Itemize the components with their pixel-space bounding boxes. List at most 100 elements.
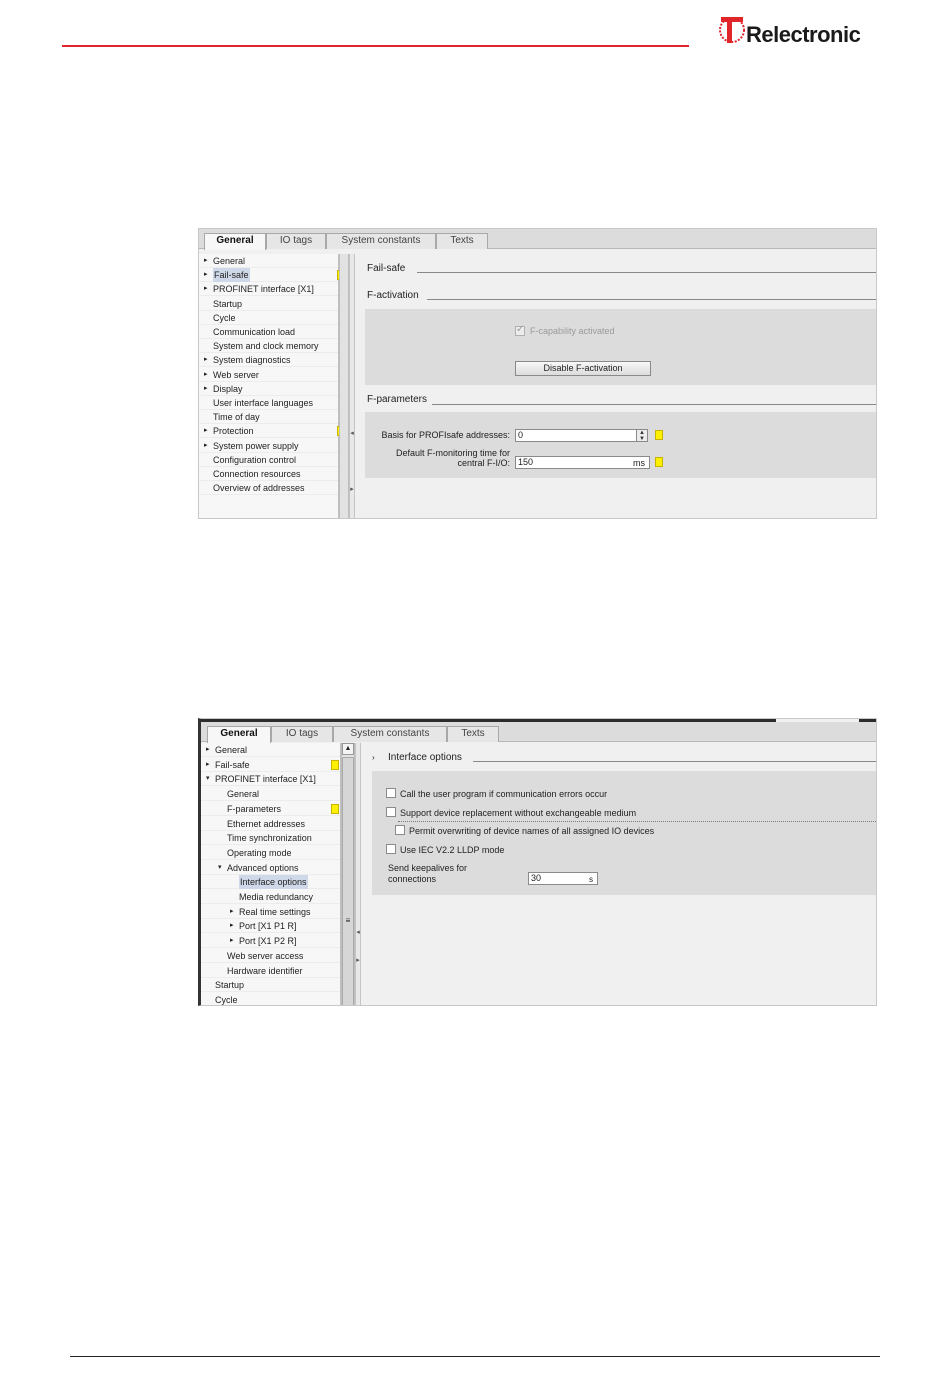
nav-item-label: System diagnostics xyxy=(213,355,291,366)
nav-item[interactable]: Configuration control xyxy=(199,453,338,467)
nav-item[interactable]: Web server access xyxy=(201,949,340,963)
nav-item-label: General xyxy=(213,256,246,266)
nav-item[interactable]: ▸ Protection xyxy=(199,424,345,439)
monitor-input[interactable]: 150 xyxy=(515,456,650,469)
monitor-label-line1: Default F-monitoring time for xyxy=(395,448,510,458)
nav-item-label: Communication load xyxy=(213,327,296,337)
device-replacement-checkbox[interactable] xyxy=(386,807,396,817)
collapsed-arrow-icon[interactable]: ▸ xyxy=(206,758,214,772)
nav-item-label: F-parameters xyxy=(227,803,282,814)
nav-item[interactable]: Interface options xyxy=(201,875,340,890)
section-title-interface-options: Interface options xyxy=(388,752,462,763)
nav-item[interactable]: ▸ Fail-safe xyxy=(201,758,340,772)
nav-item-label: Port [X1 P1 R] xyxy=(239,921,297,932)
nav-item[interactable]: Time of day xyxy=(199,410,338,425)
tab-io-tags[interactable]: IO tags xyxy=(271,726,333,742)
nav-item[interactable]: ▸ System diagnostics xyxy=(199,353,338,368)
tab-texts[interactable]: Texts xyxy=(436,233,488,249)
collapsed-arrow-icon[interactable]: ▸ xyxy=(204,254,212,268)
nav-item[interactable]: ▸ Web server xyxy=(199,368,338,382)
collapsed-arrow-icon[interactable]: ▸ xyxy=(230,905,238,919)
call-user-program-checkbox[interactable] xyxy=(386,788,396,798)
splitter-handle[interactable]: ◂ ▸ xyxy=(349,254,355,518)
section-rule xyxy=(427,299,876,300)
tab-system-constants[interactable]: System constants xyxy=(333,726,447,742)
change-flag xyxy=(331,803,339,814)
nav-item[interactable]: User interface languages xyxy=(199,396,338,410)
collapsed-arrow-icon[interactable]: ▸ xyxy=(230,934,238,948)
disable-factivation-button[interactable]: Disable F-activation xyxy=(515,361,651,376)
tab-general[interactable]: General xyxy=(204,233,266,250)
collapsed-arrow-icon[interactable]: ▸ xyxy=(204,268,212,282)
collapsed-arrow-icon[interactable]: ▸ xyxy=(204,368,212,382)
nav-item[interactable]: ▸ Real time settings xyxy=(201,905,340,919)
nav-item[interactable]: Startup xyxy=(201,978,340,993)
nav-item[interactable]: Cycle xyxy=(199,311,338,325)
permit-overwriting-checkbox[interactable] xyxy=(395,825,405,835)
collapsed-arrow-icon[interactable]: ▸ xyxy=(230,919,238,933)
navigation-tree: ▸ General ▸ Fail-safe ▾ PROFINET interface [X… xyxy=(201,743,341,1005)
nav-item[interactable]: Connection resources xyxy=(199,467,338,481)
scroll-thumb[interactable]: ≡ xyxy=(342,757,354,1005)
tr-logo-icon xyxy=(719,17,745,43)
nav-item[interactable]: ▸ General xyxy=(199,254,338,268)
nav-item[interactable]: ▸ Port [X1 P2 R] xyxy=(201,934,340,949)
nav-item[interactable]: Communication load xyxy=(199,325,338,339)
footer-rule xyxy=(70,1356,880,1357)
nav-item-label: Operating mode xyxy=(227,847,292,858)
nav-item-label: Display xyxy=(213,383,243,394)
tab-texts[interactable]: Texts xyxy=(447,726,499,742)
expanded-arrow-icon[interactable]: ▾ xyxy=(206,772,214,786)
nav-item-label: Protection xyxy=(213,426,254,437)
nav-item[interactable]: System and clock memory xyxy=(199,339,338,354)
collapsed-arrow-icon[interactable]: ▸ xyxy=(204,424,212,438)
section-collapse-icon[interactable]: › xyxy=(372,753,375,762)
basis-input[interactable]: 0 xyxy=(515,429,637,442)
nav-item[interactable]: ▾ Advanced options xyxy=(201,861,340,875)
expanded-arrow-icon[interactable]: ▾ xyxy=(218,861,226,875)
nav-item[interactable]: Time synchronization xyxy=(201,831,340,846)
nav-item[interactable]: ▸ Fail-safe xyxy=(199,268,345,283)
collapsed-arrow-icon[interactable]: ▸ xyxy=(204,439,212,453)
nav-item[interactable]: General xyxy=(201,787,340,802)
nav-item[interactable]: Media redundancy xyxy=(201,890,340,904)
splitter-handle[interactable]: ◂ ▸ xyxy=(355,743,361,1005)
collapsed-arrow-icon[interactable]: ▸ xyxy=(204,382,212,396)
section-rule xyxy=(417,272,876,273)
nav-item[interactable]: Operating mode xyxy=(201,846,340,860)
basis-stepper[interactable]: ▲ ▼ xyxy=(636,429,648,442)
lldp-mode-checkbox[interactable] xyxy=(386,844,396,854)
nav-scrollbar[interactable]: ▲ ≡ xyxy=(341,743,355,1005)
tab-general[interactable]: General xyxy=(207,726,271,743)
tab-io-tags[interactable]: IO tags xyxy=(266,233,326,249)
nav-item[interactable]: ▸ System power supply xyxy=(199,439,338,453)
nav-item[interactable]: Hardware identifier xyxy=(201,964,340,978)
collapsed-arrow-icon[interactable]: ▸ xyxy=(206,743,214,757)
nav-item-label: Startup xyxy=(215,980,245,991)
nav-item[interactable]: Ethernet addresses xyxy=(201,817,340,831)
fcapability-label: F-capability activated xyxy=(530,326,615,336)
nav-item[interactable]: ▸ PROFINET interface [X1] xyxy=(199,282,338,297)
nav-item[interactable]: Overview of addresses xyxy=(199,481,338,496)
section-title-factivation: F-activation xyxy=(367,290,419,301)
company-logo: Relectronic xyxy=(716,12,876,52)
nav-item[interactable]: ▸ Display xyxy=(199,382,338,396)
keepalive-input[interactable]: 30 xyxy=(528,872,598,885)
fparameters-group: Basis for PROFIsafe addresses: 0 ▲ ▼ Defa… xyxy=(365,412,876,478)
scroll-up-icon[interactable]: ▲ xyxy=(342,743,354,755)
collapsed-arrow-icon[interactable]: ▸ xyxy=(204,353,212,367)
nav-item[interactable]: ▾ PROFINET interface [X1] xyxy=(201,772,340,787)
fcapability-checkbox[interactable] xyxy=(515,324,525,336)
nav-item[interactable]: F-parameters xyxy=(201,802,340,816)
nav-item[interactable]: ▸ Port [X1 P1 R] xyxy=(201,919,340,934)
tab-system-constants[interactable]: System constants xyxy=(326,233,436,249)
nav-item[interactable]: Cycle xyxy=(201,993,340,1005)
nav-item-label: Time of day xyxy=(213,412,260,423)
permit-overwriting-label: Permit overwriting of device names of al… xyxy=(409,826,655,836)
lldp-mode-label: Use IEC V2.2 LLDP mode xyxy=(400,845,505,855)
nav-item-label: Cycle xyxy=(213,312,236,323)
nav-scrollbar[interactable] xyxy=(339,254,349,518)
collapsed-arrow-icon[interactable]: ▸ xyxy=(204,282,212,296)
nav-item[interactable]: ▸ General xyxy=(201,743,340,757)
nav-item[interactable]: Startup xyxy=(199,297,338,311)
